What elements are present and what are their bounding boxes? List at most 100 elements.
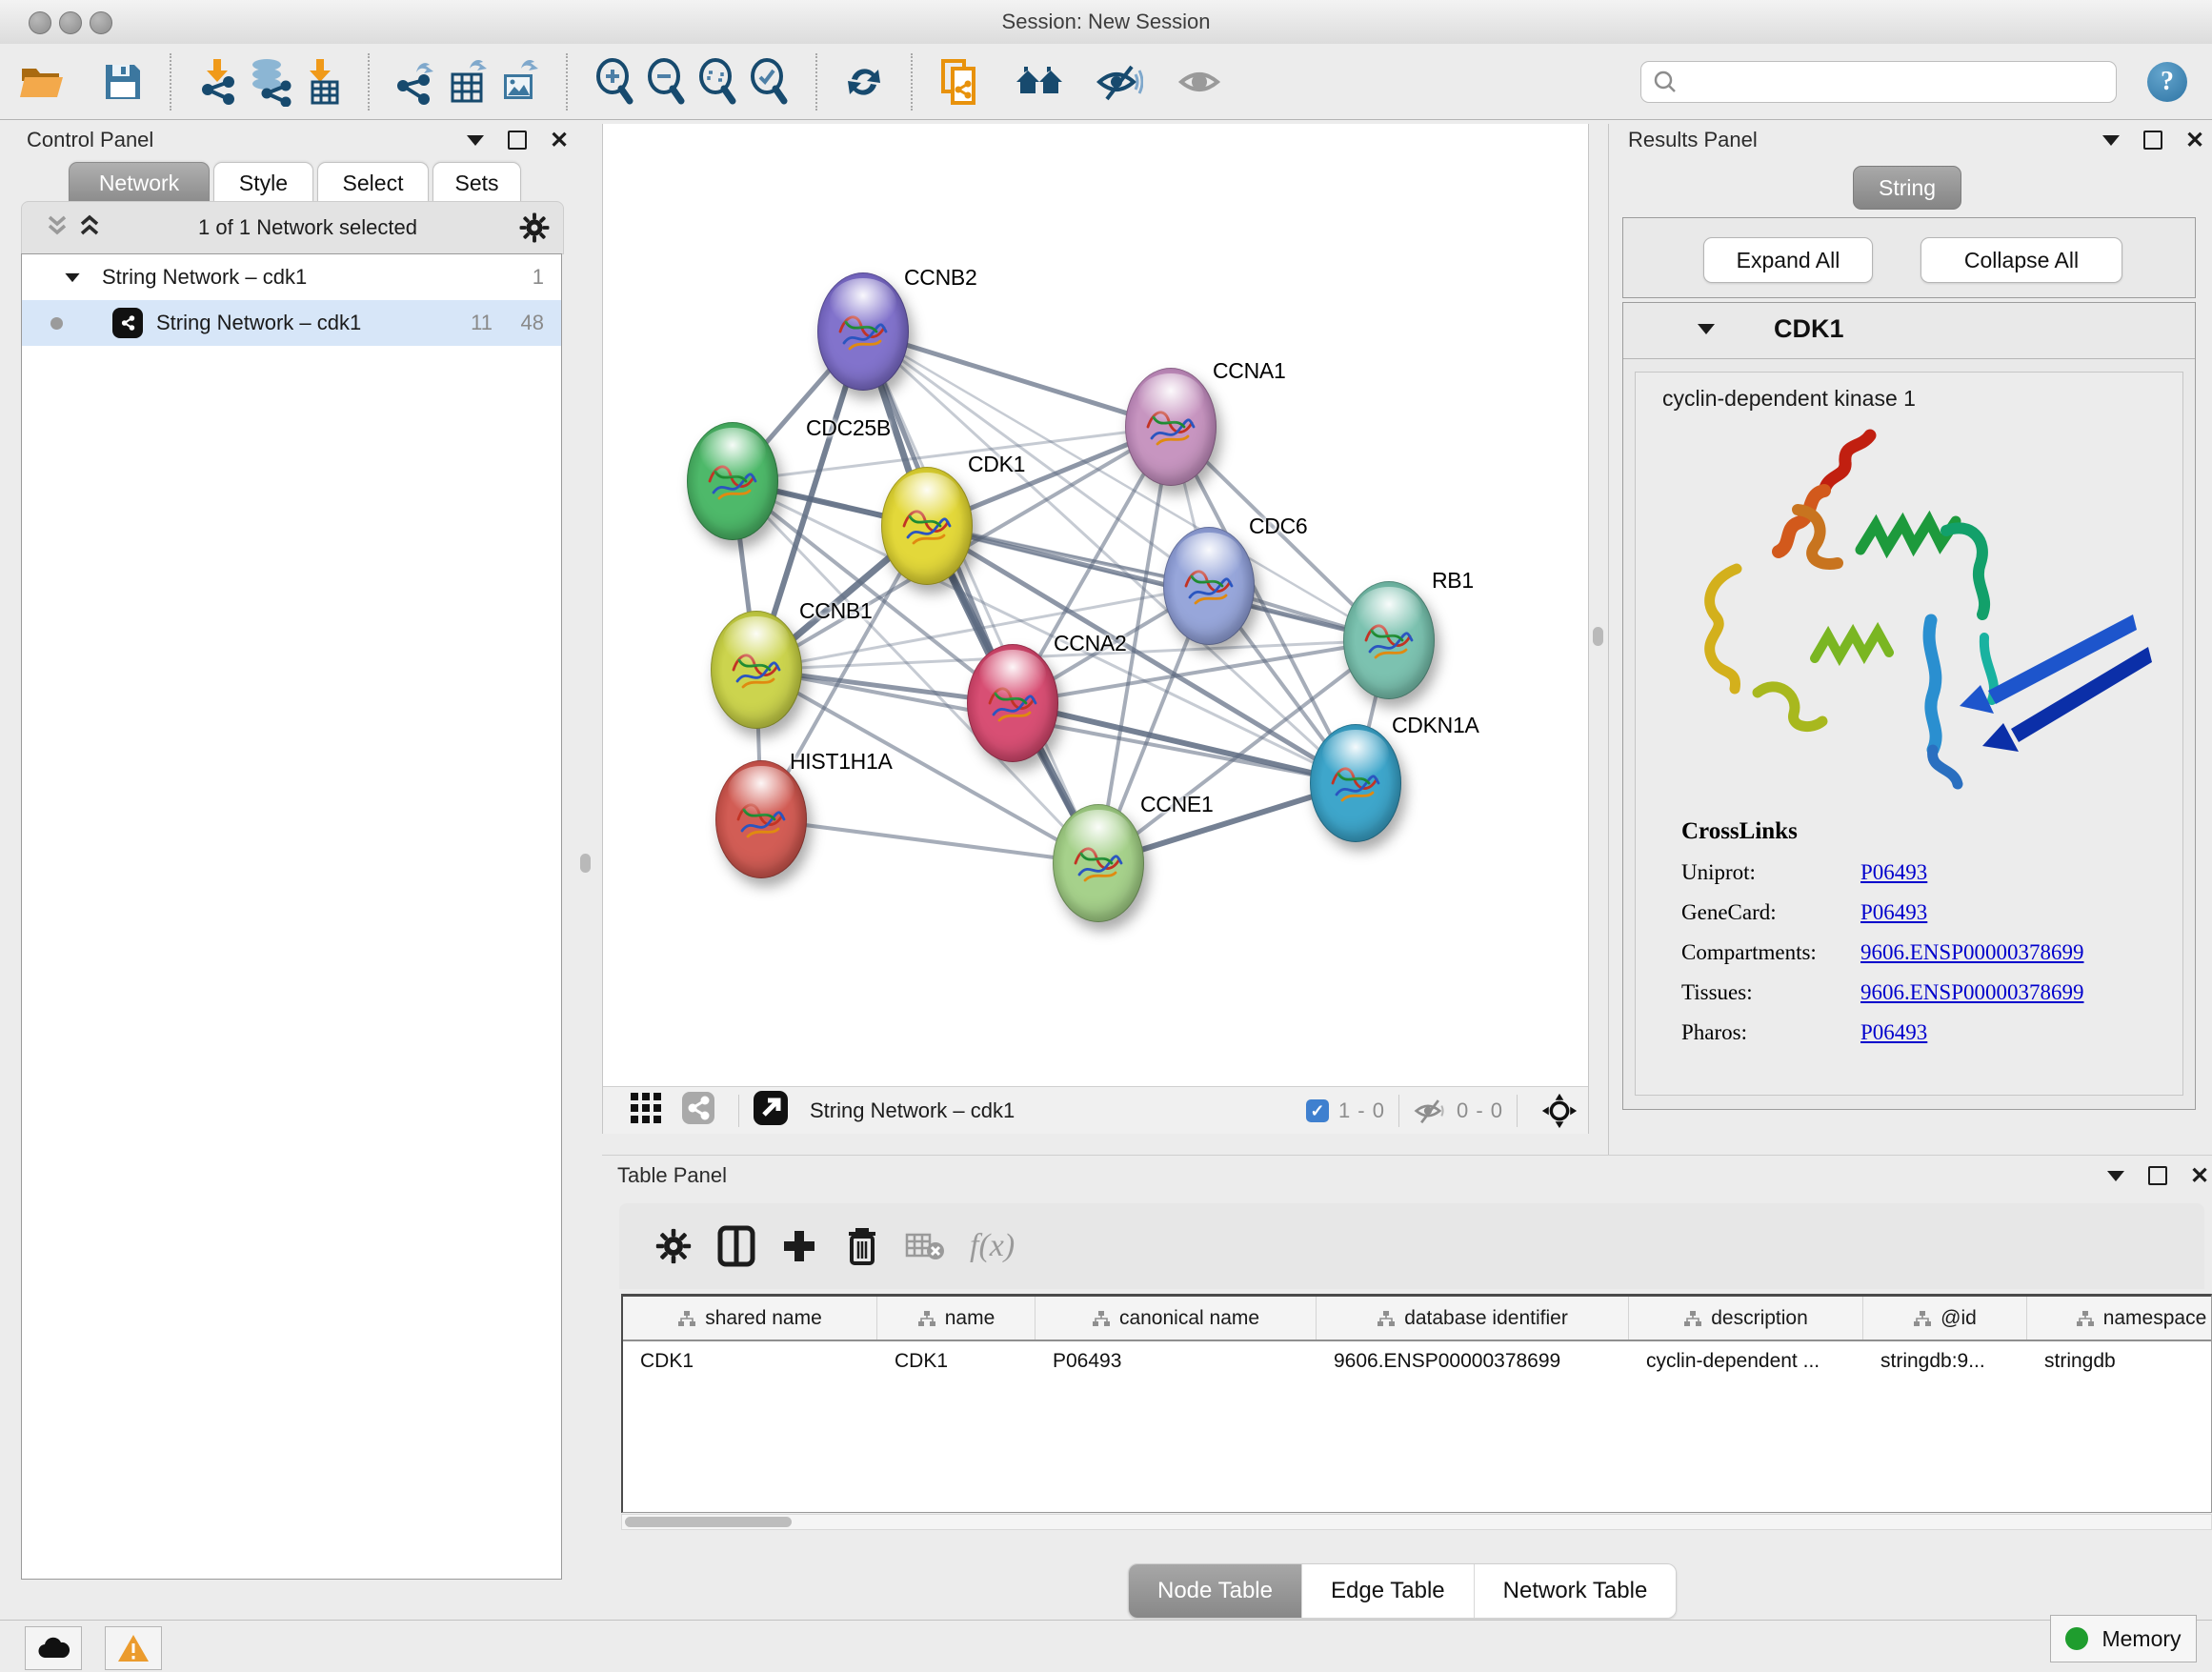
zoom-fit-button[interactable] [692,54,743,110]
zoom-selected-button[interactable] [743,54,794,110]
crosslink-link[interactable]: 9606.ENSP00000378699 [1860,940,2084,965]
table-cell[interactable]: 9606.ENSP00000378699 [1317,1350,1629,1373]
network-node-cdc25b[interactable] [687,422,778,540]
table-cell[interactable]: stringdb:9... [1863,1350,2027,1373]
crosslink-link[interactable]: 9606.ENSP00000378699 [1860,980,2084,1005]
create-column-button[interactable] [768,1218,831,1275]
results-panel-close-icon[interactable]: ✕ [2184,130,2205,151]
tab-style[interactable]: Style [213,162,313,203]
network-canvas[interactable]: CCNB2CCNA1CDC25BCDK1CDC6RB1CCNB1CCNA2CDK… [603,124,1588,1086]
table-panel-float-icon[interactable] [2147,1165,2168,1186]
memory-button[interactable]: Memory [2050,1615,2197,1662]
column-header--id[interactable]: @id [1863,1297,2027,1340]
table-cell[interactable]: stringdb [2027,1350,2212,1373]
table-cell[interactable]: CDK1 [623,1350,877,1373]
help-button[interactable]: ? [2147,62,2187,102]
search-field[interactable] [1640,61,2117,103]
network-node-ccna2[interactable] [967,644,1058,762]
tab-edge-table[interactable]: Edge Table [1302,1564,1475,1618]
cloud-button[interactable] [25,1626,82,1670]
column-header-namespace[interactable]: namespace [2027,1297,2212,1340]
network-node-ccna1[interactable] [1125,368,1217,486]
network-node-ccnb2[interactable] [817,272,909,391]
apply-layout-button[interactable] [838,54,890,110]
column-header-shared-name[interactable]: shared name [623,1297,877,1340]
network-node-cdc6[interactable] [1163,527,1255,645]
table-horizontal-scrollbar[interactable] [621,1514,2212,1530]
export-image-button[interactable] [493,54,545,110]
import-network-database-button[interactable] [244,54,295,110]
crosslink-link[interactable]: P06493 [1860,1020,1927,1045]
clone-network-button[interactable] [934,54,985,110]
tab-network-table[interactable]: Network Table [1475,1564,1677,1618]
table-cell[interactable]: cyclin-dependent ... [1629,1350,1863,1373]
delete-column-button[interactable] [831,1218,894,1275]
network-node-cdkn1a[interactable] [1310,724,1401,842]
selected-checkbox-icon[interactable]: ✓ [1306,1099,1329,1122]
collapse-all-button[interactable]: Collapse All [1920,237,2122,283]
collapse-collection-icon[interactable] [65,272,79,281]
network-node-ccne1[interactable] [1053,804,1144,922]
warnings-button[interactable] [105,1626,162,1670]
crosslink-link[interactable]: P06493 [1860,860,1927,885]
table-options-button[interactable] [642,1218,705,1275]
network-node-hist1h1a[interactable] [715,760,807,878]
delete-table-button[interactable] [894,1218,956,1275]
table-mode-button[interactable] [705,1218,768,1275]
control-panel-close-icon[interactable]: ✕ [549,130,570,151]
show-all-button[interactable] [1174,54,1225,110]
save-session-button[interactable] [97,54,149,110]
export-table-button[interactable] [442,54,493,110]
network-list-item[interactable]: String Network – cdk14811 [22,300,561,346]
control-panel-float-icon[interactable] [507,130,528,151]
import-network-file-button[interactable] [192,54,244,110]
network-node-ccnb1[interactable] [711,611,802,729]
network-node-rb1[interactable] [1343,581,1435,699]
table-cell[interactable]: CDK1 [877,1350,1036,1373]
scrollbar-thumb[interactable] [625,1517,792,1527]
network-edge[interactable] [863,332,1171,427]
column-header-canonical-name[interactable]: canonical name [1036,1297,1317,1340]
column-header-description[interactable]: description [1629,1297,1863,1340]
open-session-button[interactable] [17,54,69,110]
tab-network[interactable]: Network [69,162,210,203]
column-header-database-identifier[interactable]: database identifier [1317,1297,1629,1340]
zoom-in-button[interactable] [589,54,640,110]
function-builder-button[interactable]: f(x) [970,1228,1015,1264]
network-options-button[interactable] [506,212,563,244]
tab-node-table[interactable]: Node Table [1129,1564,1302,1618]
export-network-button[interactable] [391,54,442,110]
tab-select[interactable]: Select [317,162,429,203]
table-row[interactable]: CDK1CDK1P064939606.ENSP00000378699cyclin… [623,1341,2211,1381]
import-table-button[interactable] [295,54,347,110]
birdseye-view-button[interactable] [1531,1093,1588,1129]
network-edge[interactable] [863,332,1098,863]
houses-button[interactable] [1014,54,1065,110]
column-header-name[interactable]: name [877,1297,1036,1340]
collapse-networks-button[interactable] [77,213,110,243]
table-panel-menu-icon[interactable] [2105,1165,2126,1186]
network-list-item[interactable]: String Network – cdk11 [22,254,561,300]
view-share-button[interactable] [681,1091,725,1131]
gene-result-header[interactable]: CDK1 [1623,303,2195,359]
results-panel-float-icon[interactable] [2142,130,2163,151]
table-panel-splitter[interactable] [602,1134,1608,1155]
network-node-cdk1[interactable] [881,467,973,585]
tab-sets[interactable]: Sets [432,162,521,203]
hide-selected-button[interactable] [1094,54,1145,110]
results-panel-menu-icon[interactable] [2101,130,2122,151]
detach-view-button[interactable] [753,1090,800,1132]
table-panel-close-icon[interactable]: ✕ [2189,1165,2210,1186]
left-splitter-handle[interactable] [580,854,591,873]
zoom-out-button[interactable] [640,54,692,110]
table-cell[interactable]: P06493 [1036,1350,1317,1373]
control-panel-menu-icon[interactable] [465,130,486,151]
view-grid-button[interactable] [630,1092,681,1130]
tab-string[interactable]: String [1853,166,1961,210]
search-input[interactable] [1685,70,2104,94]
expand-networks-button[interactable] [45,213,77,243]
expand-all-button[interactable]: Expand All [1703,237,1873,283]
collapse-gene-icon[interactable] [1698,324,1715,334]
right-splitter-handle[interactable] [1593,627,1603,646]
crosslink-link[interactable]: P06493 [1860,900,1927,925]
